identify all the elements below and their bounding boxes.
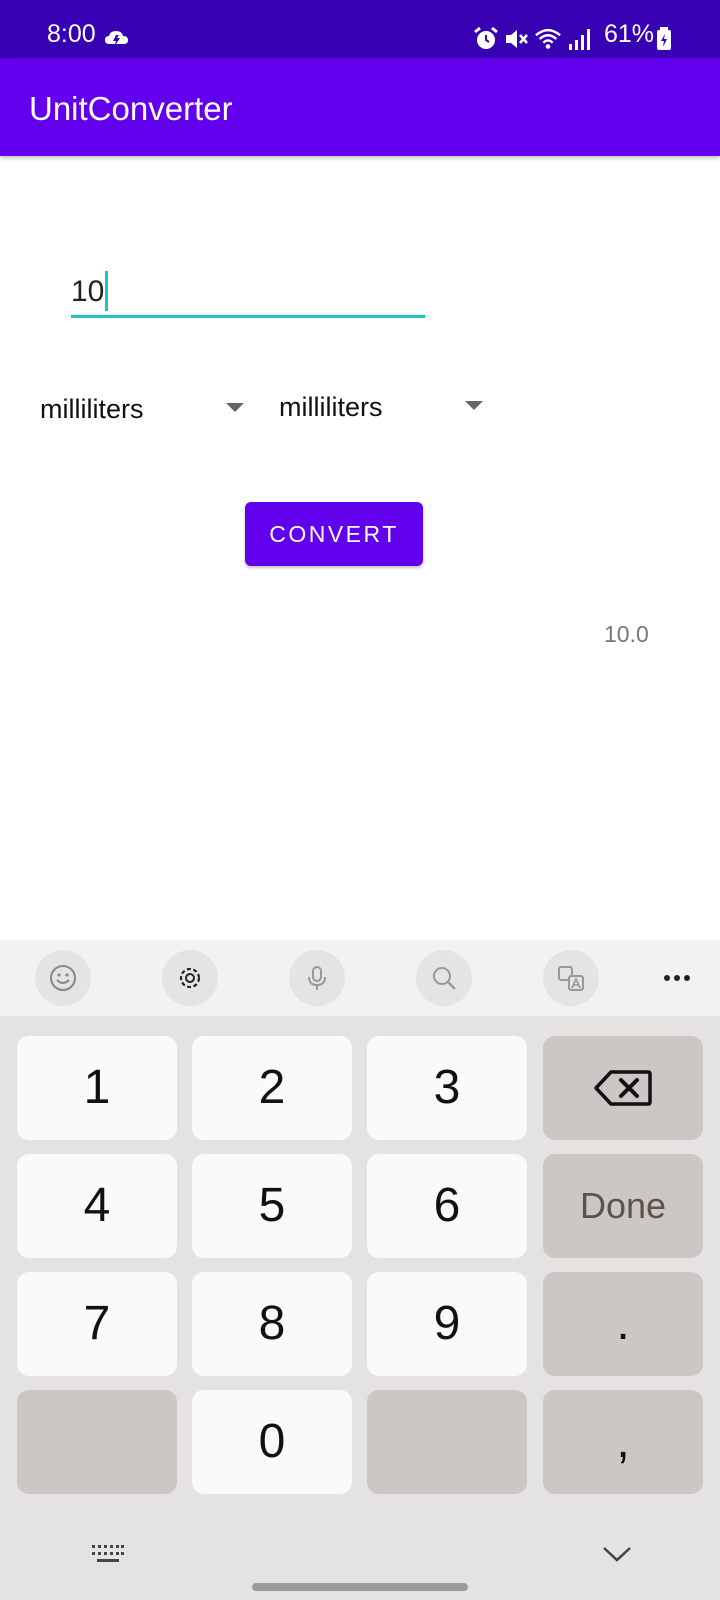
key-1[interactable]: 1	[17, 1036, 177, 1140]
translate-icon	[558, 966, 584, 991]
search-icon	[433, 967, 456, 990]
weather-cloud-icon	[105, 31, 128, 47]
settings-icon	[179, 967, 201, 989]
blank-key	[17, 1390, 177, 1494]
key-4[interactable]: 4	[17, 1154, 177, 1258]
convert-button[interactable]: CONVERT	[245, 502, 423, 566]
search-button[interactable]	[416, 950, 472, 1006]
key-5[interactable]: 5	[192, 1154, 352, 1258]
app-bar: UnitConverter	[0, 58, 720, 156]
period-key[interactable]: .	[543, 1272, 703, 1376]
more-icon[interactable]	[663, 973, 691, 983]
value-input-text: 10	[71, 275, 105, 308]
emoji-icon	[50, 965, 76, 991]
key-8[interactable]: 8	[192, 1272, 352, 1376]
key-6[interactable]: 6	[367, 1154, 527, 1258]
input-underline	[71, 315, 425, 318]
keyboard-toolbar	[0, 940, 720, 1016]
status-bar: 8:00 61%	[0, 0, 720, 58]
wifi-icon	[535, 28, 561, 49]
blank-key	[367, 1390, 527, 1494]
hide-keyboard-icon[interactable]	[602, 1545, 632, 1563]
key-7[interactable]: 7	[17, 1272, 177, 1376]
chevron-down-icon	[465, 401, 483, 410]
from-unit-spinner[interactable]: milliliters	[40, 378, 250, 438]
emoji-button[interactable]	[35, 950, 91, 1006]
text-cursor	[105, 271, 108, 311]
key-2[interactable]: 2	[192, 1036, 352, 1140]
translate-button[interactable]	[543, 950, 599, 1006]
mute-icon	[506, 30, 528, 48]
alarm-icon	[474, 26, 498, 49]
microphone-icon	[308, 966, 326, 990]
backspace-key[interactable]	[543, 1036, 703, 1140]
value-input[interactable]: 10	[71, 265, 425, 321]
from-unit-selected: milliliters	[40, 394, 144, 424]
chevron-down-icon	[226, 403, 244, 412]
battery-percentage: 61%	[604, 20, 655, 48]
result-text: 10.0	[604, 621, 649, 647]
keyboard-switch-icon[interactable]	[91, 1543, 125, 1565]
backspace-icon	[594, 1070, 652, 1106]
key-0[interactable]: 0	[192, 1390, 352, 1494]
to-unit-selected: milliliters	[279, 392, 383, 422]
home-indicator[interactable]	[252, 1583, 468, 1591]
status-time: 8:00	[47, 20, 96, 48]
app-title: UnitConverter	[29, 90, 233, 127]
comma-key[interactable]: ,	[543, 1390, 703, 1494]
done-key[interactable]: Done	[543, 1154, 703, 1258]
settings-button[interactable]	[162, 950, 218, 1006]
battery-icon	[657, 27, 671, 50]
key-3[interactable]: 3	[367, 1036, 527, 1140]
signal-icon	[569, 29, 590, 50]
to-unit-spinner[interactable]: milliliters	[279, 376, 489, 436]
voice-input-button[interactable]	[289, 950, 345, 1006]
key-9[interactable]: 9	[367, 1272, 527, 1376]
